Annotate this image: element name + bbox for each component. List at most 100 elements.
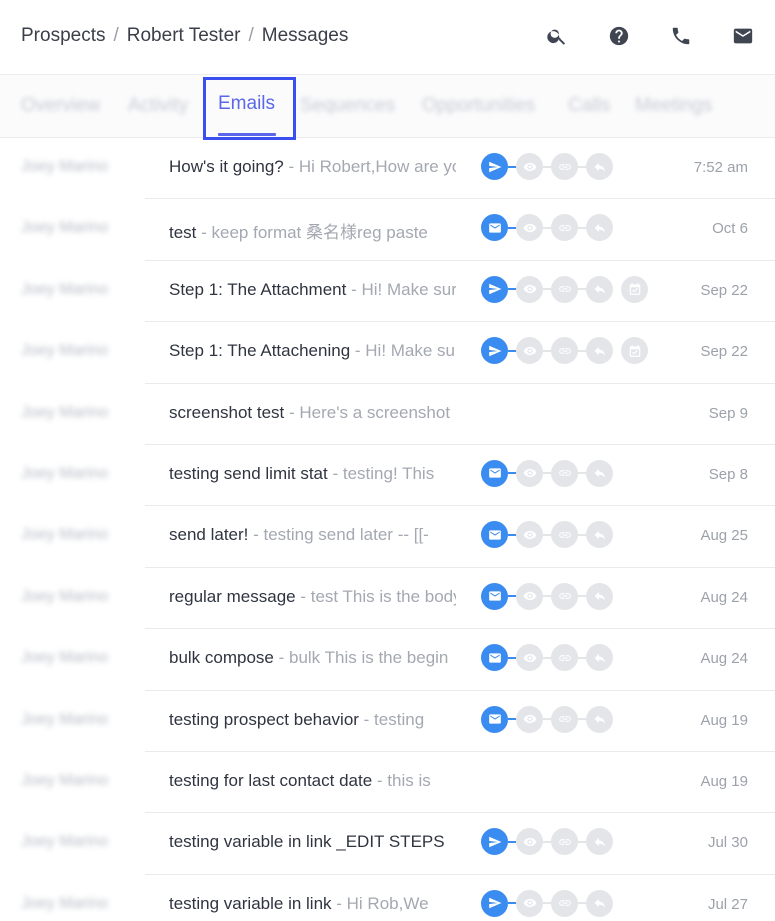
sender-name: Joey Marino bbox=[21, 833, 109, 851]
message-snippet[interactable]: send later! - testing send later -- [[- bbox=[169, 525, 456, 545]
message-date: Sep 8 bbox=[708, 465, 748, 483]
tracker-link bbox=[508, 656, 516, 659]
message-subject: bulk compose bbox=[169, 648, 274, 668]
message-row[interactable]: Joey Marino send later! - testing send la… bbox=[0, 506, 775, 568]
message-row[interactable]: Joey Marino testing variable in link _EDI… bbox=[0, 813, 775, 875]
message-subject: testing variable in link bbox=[169, 893, 332, 913]
message-subject: testing prospect behavior bbox=[169, 709, 359, 729]
message-list: Joey Marino How's it going? - Hi Robert,H… bbox=[0, 138, 775, 921]
message-row[interactable]: Joey Marino test - keep format 桑名様reg pas… bbox=[0, 199, 775, 261]
replied-icon bbox=[586, 644, 613, 672]
message-row[interactable]: Joey Marino testing for last contact date… bbox=[0, 752, 775, 814]
tab-overview[interactable]: Overview bbox=[21, 95, 100, 117]
tracker-link bbox=[543, 902, 551, 905]
sender-name: Joey Marino bbox=[21, 280, 109, 298]
message-preview: - Hi! Make sure bbox=[346, 279, 456, 299]
replied-icon bbox=[586, 521, 613, 549]
sent-icon bbox=[481, 153, 508, 180]
opened-eye-icon bbox=[516, 153, 543, 180]
sent-icon bbox=[481, 275, 508, 303]
tab-opportunities[interactable]: Opportunities bbox=[422, 95, 535, 117]
delivered-mail-icon bbox=[481, 705, 508, 733]
message-preview: - bulk This is the begin bbox=[273, 648, 449, 668]
message-snippet[interactable]: Step 1: The Attachening - Hi! Make sure bbox=[169, 341, 456, 361]
engagement-tracker bbox=[481, 337, 648, 365]
message-row[interactable]: Joey Marino regular message - test This i… bbox=[0, 568, 775, 630]
message-snippet[interactable]: How's it going? - Hi Robert,How are you … bbox=[169, 157, 456, 177]
focus-highlight bbox=[203, 77, 296, 140]
clicked-link-icon bbox=[551, 828, 578, 856]
clicked-link-icon bbox=[551, 644, 578, 672]
engagement-tracker bbox=[481, 459, 613, 487]
sender-name: Joey Marino bbox=[21, 464, 109, 482]
message-snippet[interactable]: testing prospect behavior - testing bbox=[169, 710, 456, 730]
tracker-link bbox=[578, 840, 586, 843]
opened-eye-icon bbox=[516, 889, 543, 917]
tracker-link bbox=[543, 165, 551, 168]
tab-sequences[interactable]: Sequences bbox=[300, 95, 395, 117]
sender-name: Joey Marino bbox=[21, 894, 109, 912]
message-snippet[interactable]: testing variable in link - Hi Rob,We bbox=[169, 894, 456, 914]
message-row[interactable]: Joey Marino How's it going? - Hi Robert,H… bbox=[0, 138, 775, 200]
tracker-link bbox=[578, 349, 586, 352]
message-snippet[interactable]: bulk compose - bulk This is the begin bbox=[169, 648, 456, 668]
tab-activity[interactable]: Activity bbox=[128, 95, 188, 117]
tracker-link bbox=[578, 595, 586, 598]
search-icon[interactable] bbox=[546, 24, 568, 48]
message-row[interactable]: Joey Marino testing prospect behavior - t… bbox=[0, 691, 775, 752]
message-snippet[interactable]: regular message - test This is the body bbox=[169, 587, 456, 607]
message-row[interactable]: Joey Marino screenshot test - Here's a sc… bbox=[0, 384, 775, 445]
message-preview: - testing! This bbox=[327, 463, 435, 483]
opened-eye-icon bbox=[516, 214, 543, 242]
engagement-tracker bbox=[481, 644, 613, 672]
replied-icon bbox=[586, 275, 613, 303]
tracker-link bbox=[508, 472, 516, 475]
message-row[interactable]: Joey Marino testing variable in link - Hi… bbox=[0, 875, 775, 921]
clicked-link-icon bbox=[551, 337, 578, 365]
header-actions bbox=[546, 24, 754, 48]
message-snippet[interactable]: test - keep format 桑名様reg paste bbox=[169, 218, 456, 243]
engagement-tracker bbox=[481, 214, 613, 242]
phone-icon[interactable] bbox=[670, 24, 692, 48]
message-date: Jul 27 bbox=[707, 895, 748, 913]
breadcrumb-prospects[interactable]: Prospects bbox=[21, 25, 105, 47]
message-snippet[interactable]: screenshot test - Here's a screenshot bbox=[169, 403, 456, 423]
message-subject: How's it going? bbox=[169, 157, 284, 176]
sender-name: Joey Marino bbox=[21, 526, 109, 544]
message-snippet[interactable]: testing for last contact date - this is bbox=[169, 771, 456, 791]
engagement-tracker bbox=[481, 153, 613, 180]
message-snippet[interactable]: testing variable in link _EDIT STEPS bbox=[169, 832, 456, 852]
tab-meetings[interactable]: Meetings bbox=[635, 95, 712, 117]
sender-name: Joey Marino bbox=[21, 649, 109, 667]
breadcrumb-prospect-name[interactable]: Robert Tester bbox=[127, 25, 241, 47]
help-icon[interactable] bbox=[608, 24, 630, 48]
clicked-link-icon bbox=[551, 521, 578, 549]
message-snippet[interactable]: Step 1: The Attachment - Hi! Make sure bbox=[169, 280, 456, 300]
delivered-mail-icon bbox=[481, 459, 508, 487]
mail-icon[interactable] bbox=[732, 24, 754, 48]
tab-calls[interactable]: Calls bbox=[568, 95, 610, 117]
engagement-tracker bbox=[481, 889, 613, 917]
message-row[interactable]: Joey Marino bulk compose - bulk This is t… bbox=[0, 629, 775, 691]
message-date: Aug 24 bbox=[700, 588, 748, 606]
sender-name: Joey Marino bbox=[21, 342, 109, 360]
tracker-link bbox=[543, 595, 551, 598]
message-row[interactable]: Joey Marino testing send limit stat - tes… bbox=[0, 445, 775, 507]
tracker-link bbox=[578, 472, 586, 475]
message-preview: - Hi Rob,We bbox=[331, 893, 429, 913]
message-snippet[interactable]: testing send limit stat - testing! This bbox=[169, 464, 456, 484]
message-subject: testing variable in link _EDIT STEPS bbox=[169, 832, 445, 852]
opened-eye-icon bbox=[516, 705, 543, 733]
message-row[interactable]: Joey Marino Step 1: The Attachening - Hi!… bbox=[0, 322, 775, 384]
clicked-link-icon bbox=[551, 275, 578, 303]
message-row[interactable]: Joey Marino Step 1: The Attachment - Hi! … bbox=[0, 261, 775, 323]
tracker-link bbox=[543, 226, 551, 229]
message-preview: - Here's a screenshot bbox=[284, 402, 451, 422]
delivered-mail-icon bbox=[481, 214, 508, 242]
tracker-link bbox=[508, 165, 516, 168]
sender-name: Joey Marino bbox=[21, 158, 109, 175]
breadcrumb: Prospects / Robert Tester / Messages bbox=[21, 25, 348, 47]
replied-icon bbox=[586, 153, 613, 180]
message-subject: Step 1: The Attachment bbox=[169, 279, 347, 299]
tracker-link bbox=[543, 718, 551, 721]
